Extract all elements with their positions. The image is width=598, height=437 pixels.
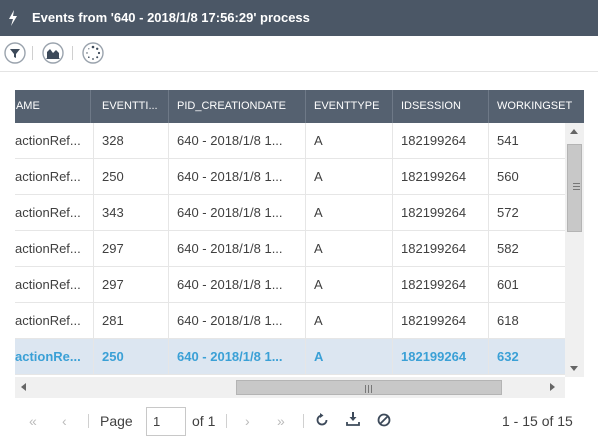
cell-workingset: 560 [497,169,519,184]
scroll-right-icon[interactable] [550,383,555,391]
cell-eventtime: 343 [94,195,169,230]
spinner-icon[interactable] [82,42,104,64]
scroll-left-icon[interactable] [21,383,26,391]
prev-page-button[interactable]: ‹ [62,405,67,437]
cell-eventtime: 281 [94,303,169,338]
cell-eventtype: A [306,231,393,266]
cell-pid-creationdate: 640 - 2018/1/8 1... [169,195,306,230]
cell-eventtype: A [306,123,393,158]
grip-line [573,186,580,187]
cell-workingset: 601 [497,277,519,292]
horizontal-scroll-thumb[interactable] [236,380,502,395]
column-header-pid-creationdate[interactable]: PID_CREATIONDATE [169,90,306,123]
cell-workingset: 618 [497,313,519,328]
table-row[interactable]: actionRef... 328 640 - 2018/1/8 1... A 1… [15,123,565,159]
window-title: Events from '640 - 2018/1/8 17:56:29' pr… [32,10,310,25]
cell-idsession: 182199264 [393,303,489,338]
vertical-scroll-thumb[interactable] [567,144,582,232]
grip-line [365,385,366,393]
pager-separator [88,414,89,428]
area-chart-icon[interactable] [42,42,64,64]
horizontal-scrollbar[interactable] [15,377,565,398]
cell-eventtime: 250 [94,159,169,194]
cell-workingset: 582 [497,241,519,256]
pager-separator [303,414,304,428]
grid-body: actionRef... 328 640 - 2018/1/8 1... A 1… [15,123,565,377]
cancel-icon[interactable] [376,412,392,428]
cell-eventtype: A [306,159,393,194]
cell-pid-creationdate: 640 - 2018/1/8 1... [169,303,306,338]
grip-line [368,385,369,393]
cell-eventtime: 297 [94,231,169,266]
cell-name: actionRef... [15,267,94,302]
download-icon[interactable] [345,411,361,427]
toolbar [0,36,598,72]
cell-eventtype: A [306,339,393,374]
next-page-button[interactable]: › [245,405,250,437]
column-header-eventtype[interactable]: EVENTTYPE [306,90,393,123]
grid-header: NAME EVENTTI... PID_CREATIONDATE EVENTTY… [15,90,584,123]
column-header-name[interactable]: NAME [15,90,91,123]
filter-icon[interactable] [4,42,26,64]
cell-idsession: 182199264 [393,159,489,194]
first-page-button[interactable]: « [29,405,37,437]
page-number-input[interactable]: 1 [146,407,186,436]
cell-pid-creationdate: 640 - 2018/1/8 1... [169,231,306,266]
scroll-down-icon[interactable] [570,366,578,371]
page-count-label: of 1 [192,413,216,429]
cell-eventtype: A [306,303,393,338]
refresh-icon[interactable] [314,412,330,428]
page-label: Page [100,413,133,429]
cell-idsession: 182199264 [393,339,489,374]
cell-pid-creationdate: 640 - 2018/1/8 1... [169,267,306,302]
table-row[interactable]: actionRef... 343 640 - 2018/1/8 1... A 1… [15,195,565,231]
toolbar-separator [32,46,33,60]
cell-pid-creationdate: 640 - 2018/1/8 1... [169,339,306,374]
cell-eventtype: A [306,195,393,230]
cell-name: actionRef... [15,159,94,194]
cell-eventtime: 297 [94,267,169,302]
cell-idsession: 182199264 [393,267,489,302]
vertical-scrollbar[interactable] [565,123,584,377]
cell-name: actionRef... [15,231,94,266]
pager-separator [226,414,227,428]
toolbar-separator [72,46,73,60]
cell-workingset: 541 [497,133,519,148]
cell-workingset: 632 [497,349,519,364]
cell-eventtime: 328 [94,123,169,158]
events-grid: NAME EVENTTI... PID_CREATIONDATE EVENTTY… [15,90,584,398]
cell-eventtime: 250 [94,339,169,374]
cell-idsession: 182199264 [393,231,489,266]
column-header-idsession[interactable]: IDSESSION [393,90,489,123]
table-row[interactable]: actionRef... 281 640 - 2018/1/8 1... A 1… [15,303,565,339]
cell-name: actionRef... [15,195,94,230]
window-titlebar: Events from '640 - 2018/1/8 17:56:29' pr… [0,0,598,36]
grip-line [573,183,580,184]
table-row[interactable]: actionRef... 297 640 - 2018/1/8 1... A 1… [15,231,565,267]
scroll-up-icon[interactable] [570,129,578,134]
table-row[interactable]: actionRef... 250 640 - 2018/1/8 1... A 1… [15,159,565,195]
last-page-button[interactable]: » [277,405,285,437]
cell-workingset: 572 [497,205,519,220]
cell-name: actionRef... [15,303,94,338]
record-count-summary: 1 - 15 of 15 [502,413,573,429]
grip-line [573,189,580,190]
table-row-selected[interactable]: actionRe... 250 640 - 2018/1/8 1... A 18… [15,339,565,375]
cell-idsession: 182199264 [393,195,489,230]
column-header-eventtime[interactable]: EVENTTI... [94,90,169,123]
column-header-workingset[interactable]: WORKINGSET [489,90,584,123]
cell-name: actionRe... [15,339,94,374]
table-row[interactable]: actionRef... 297 640 - 2018/1/8 1... A 1… [15,267,565,303]
cell-pid-creationdate: 640 - 2018/1/8 1... [169,159,306,194]
pager: « ‹ Page 1 of 1 › » 1 - 15 of 15 [0,405,598,437]
cell-name: actionRef... [15,123,94,158]
cell-idsession: 182199264 [393,123,489,158]
grip-line [371,385,372,393]
cell-eventtype: A [306,267,393,302]
bolt-icon [9,10,17,26]
cell-pid-creationdate: 640 - 2018/1/8 1... [169,123,306,158]
